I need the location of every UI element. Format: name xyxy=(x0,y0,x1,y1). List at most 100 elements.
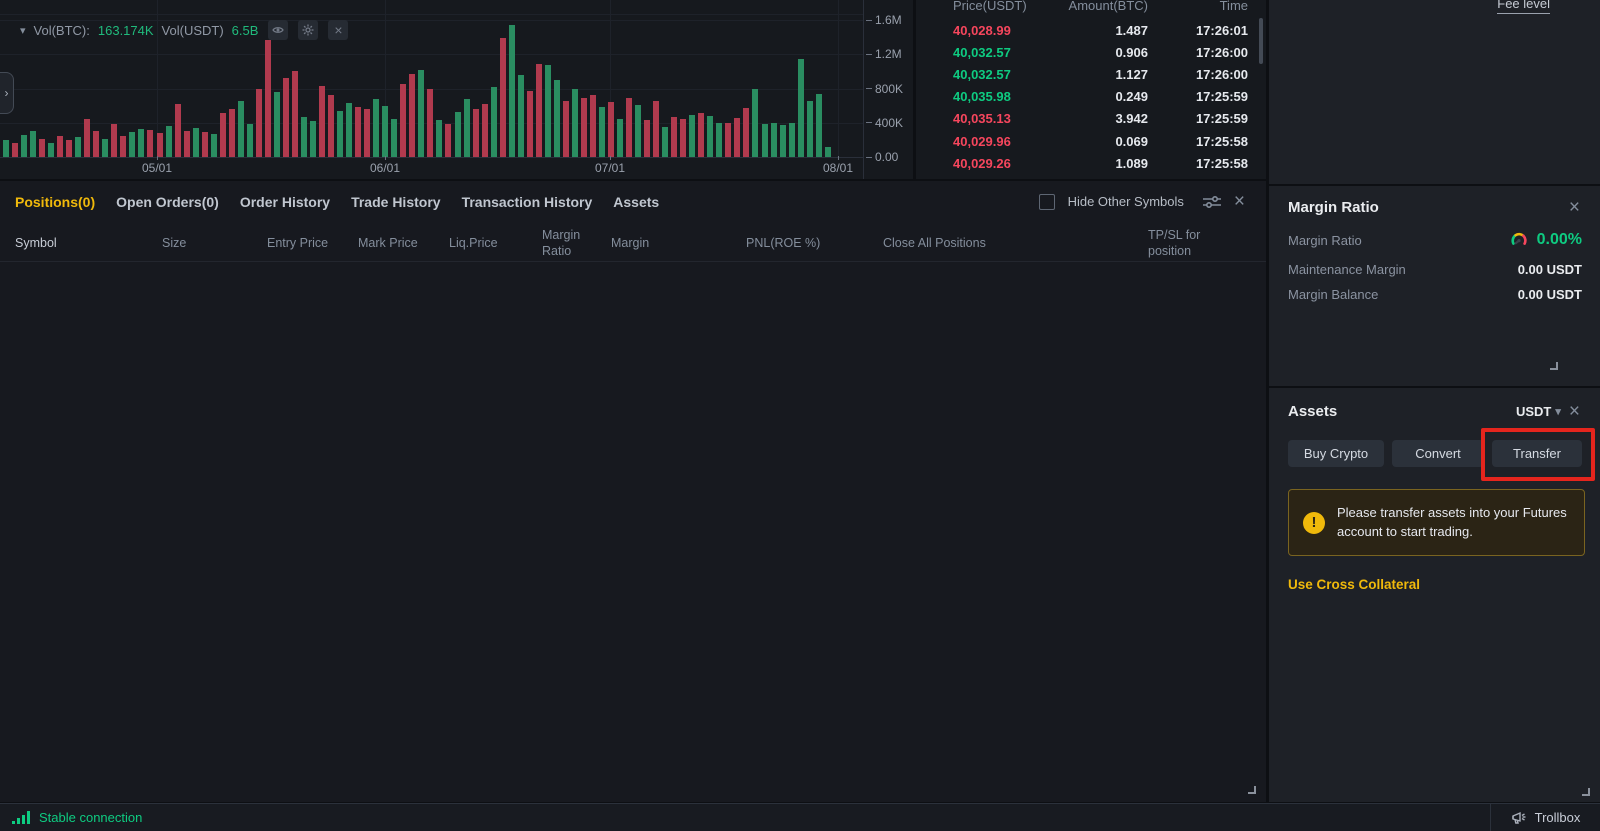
fee-level-link[interactable]: Fee level xyxy=(1497,0,1550,14)
volume-bar xyxy=(743,108,749,157)
close-panel-icon[interactable]: × xyxy=(1234,192,1245,211)
volume-bar xyxy=(373,99,379,157)
volume-bar xyxy=(120,136,126,157)
col-entry-price: Entry Price xyxy=(267,236,328,250)
volume-bar xyxy=(57,136,63,157)
volume-bar xyxy=(93,131,99,157)
volume-bar xyxy=(626,98,632,157)
trade-row[interactable]: 40,028.991.48717:26:01 xyxy=(916,19,1266,41)
tab-positions[interactable]: Positions(0) xyxy=(15,194,95,210)
collapse-sidebar-button[interactable]: › xyxy=(0,72,14,114)
tab-assets[interactable]: Assets xyxy=(613,194,659,210)
volume-bar xyxy=(617,119,623,157)
margin-ratio-value: 0.00% xyxy=(1537,231,1582,249)
panel-resize-handle[interactable] xyxy=(1582,788,1590,796)
volume-bar xyxy=(337,111,343,157)
volume-bar xyxy=(771,123,777,157)
legend-caret-icon[interactable]: ▾ xyxy=(20,24,26,37)
trade-row[interactable]: 40,029.960.06917:25:58 xyxy=(916,130,1266,152)
remove-indicator-icon[interactable]: × xyxy=(328,20,348,40)
col-close-all-positions[interactable]: Close All Positions xyxy=(883,236,986,250)
volume-bar xyxy=(30,131,36,157)
volume-bar xyxy=(39,139,45,157)
tab-trade-history[interactable]: Trade History xyxy=(351,194,440,210)
col-tpsl: TP/SL for position xyxy=(1148,227,1206,260)
currency-dropdown[interactable]: USDT ▾ xyxy=(1516,404,1561,419)
volume-bar xyxy=(409,74,415,157)
volume-bar xyxy=(725,123,731,157)
status-bar: Stable connection Trollbox xyxy=(0,803,1600,831)
trade-row[interactable]: 40,032.570.90617:26:00 xyxy=(916,41,1266,63)
connection-status-label: Stable connection xyxy=(39,810,142,825)
section-resize-handle[interactable] xyxy=(1550,362,1558,370)
volume-bar xyxy=(391,119,397,157)
x-tick-label: 07/01 xyxy=(595,161,625,175)
volume-bar xyxy=(274,92,280,157)
vol-usdt-value: 6.5B xyxy=(232,23,259,38)
hide-other-symbols-checkbox[interactable] xyxy=(1039,194,1055,210)
trade-row[interactable]: 40,035.133.94217:25:59 xyxy=(916,108,1266,130)
eye-icon[interactable] xyxy=(268,20,288,40)
volume-bar xyxy=(780,125,786,157)
assets-close-icon[interactable]: × xyxy=(1569,402,1580,421)
trades-header-row: Price(USDT) Amount(BTC) Time xyxy=(916,0,1266,16)
margin-balance-value: 0.00 USDT xyxy=(1518,287,1582,302)
megaphone-icon xyxy=(1511,811,1527,825)
volume-bar xyxy=(147,130,153,157)
volume-bar xyxy=(545,65,551,157)
volume-bar xyxy=(752,89,758,157)
volume-bar xyxy=(464,99,470,157)
volume-bar xyxy=(12,143,18,157)
use-cross-collateral-link[interactable]: Use Cross Collateral xyxy=(1288,577,1420,592)
trade-row[interactable]: 40,035.980.24917:25:59 xyxy=(916,86,1266,108)
buy-crypto-button[interactable]: Buy Crypto xyxy=(1288,440,1384,467)
y-tick-label: 1.2M xyxy=(866,47,902,61)
margin-ratio-label: Margin Ratio xyxy=(1288,233,1362,248)
trades-scrollbar[interactable] xyxy=(1259,18,1263,64)
volume-bar xyxy=(138,129,144,157)
trades-col-price: Price(USDT) xyxy=(953,0,1048,13)
gear-icon[interactable] xyxy=(298,20,318,40)
currency-value: USDT xyxy=(1516,404,1551,419)
price-axis-line xyxy=(863,0,864,179)
col-size: Size xyxy=(162,236,186,250)
margin-close-icon[interactable]: × xyxy=(1569,198,1580,217)
volume-bar xyxy=(175,104,181,157)
chevron-right-icon: › xyxy=(5,86,9,100)
volume-bar xyxy=(66,140,72,157)
y-tick-label: 1.6M xyxy=(866,13,902,27)
tab-open-orders[interactable]: Open Orders(0) xyxy=(116,194,219,210)
transfer-button[interactable]: Transfer xyxy=(1492,440,1582,467)
caret-down-icon: ▾ xyxy=(1555,405,1561,418)
volume-bar xyxy=(707,116,713,157)
volume-bar xyxy=(355,107,361,157)
volume-bar xyxy=(518,75,524,157)
gauge-icon xyxy=(1509,230,1529,250)
divider xyxy=(1269,386,1600,388)
trade-row[interactable]: 40,029.261.08917:25:58 xyxy=(916,152,1266,174)
volume-bar xyxy=(798,59,804,157)
volume-bar xyxy=(157,133,163,157)
col-margin: Margin xyxy=(611,236,649,250)
y-tick-label: 0.00 xyxy=(866,150,898,164)
tab-transaction-history[interactable]: Transaction History xyxy=(462,194,593,210)
transfer-warning-banner: ! Please transfer assets into your Futur… xyxy=(1288,489,1585,556)
trade-row[interactable]: 40,032.571.12717:26:00 xyxy=(916,63,1266,85)
trades-list[interactable]: 40,028.991.48717:26:0140,032.570.90617:2… xyxy=(916,19,1266,174)
volume-bar xyxy=(21,135,27,157)
assets-title: Assets xyxy=(1288,403,1337,420)
tab-order-history[interactable]: Order History xyxy=(240,194,330,210)
panel-resize-handle[interactable] xyxy=(1248,786,1256,794)
layout-settings-icon[interactable] xyxy=(1203,195,1221,209)
volume-bar xyxy=(292,71,298,157)
volume-bar xyxy=(716,123,722,157)
volume-bar xyxy=(491,87,497,157)
volume-bar xyxy=(220,113,226,157)
volume-bar xyxy=(193,128,199,157)
trollbox-button[interactable]: Trollbox xyxy=(1490,804,1600,831)
connection-status: Stable connection xyxy=(12,804,142,831)
maintenance-margin-value: 0.00 USDT xyxy=(1518,262,1582,277)
convert-button[interactable]: Convert xyxy=(1392,440,1484,467)
vol-usdt-label: Vol(USDT) xyxy=(162,23,224,38)
warning-exclamation-icon: ! xyxy=(1303,512,1325,534)
